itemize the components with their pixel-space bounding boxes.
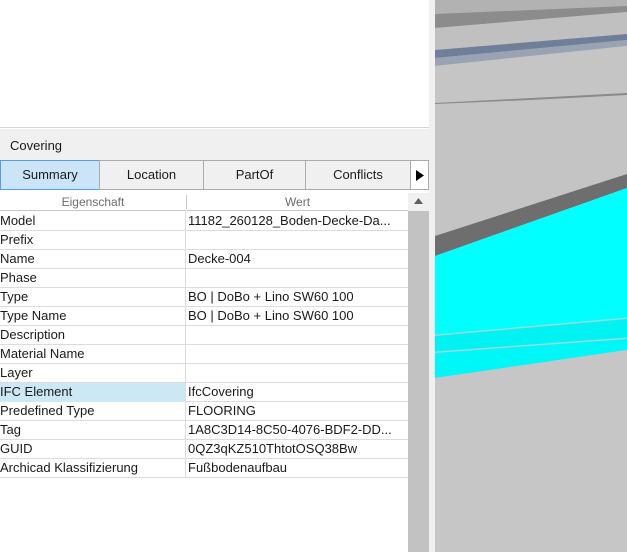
property-value: 11182_260128_Boden-Decke-Da... <box>188 213 391 228</box>
property-value <box>188 364 406 383</box>
property-row[interactable]: Model 11182_260128_Boden-Decke-Da... <box>0 212 408 231</box>
scrollbar-thumb[interactable] <box>408 211 429 552</box>
property-value <box>188 269 406 288</box>
property-name: Type Name <box>0 307 186 326</box>
property-name: Prefix <box>0 231 186 250</box>
panel-empty-area <box>0 0 429 128</box>
arrow-up-icon <box>414 198 423 204</box>
property-row[interactable]: Predefined Type FLOORING <box>0 402 408 421</box>
property-value: IfcCovering <box>188 384 254 399</box>
column-header-value[interactable]: Wert <box>187 193 408 211</box>
property-value: BO | DoBo + Lino SW60 100 <box>188 289 354 304</box>
property-name: Tag <box>0 421 186 440</box>
property-row[interactable]: Tag 1A8C3D14-8C50-4076-BDF2-DD... <box>0 421 408 440</box>
property-name: IFC Element <box>0 383 186 402</box>
property-row[interactable]: GUID 0QZ3qKZ510ThtotOSQ38Bw <box>0 440 408 459</box>
property-value: FLOORING <box>188 403 256 418</box>
property-value: 0QZ3qKZ510ThtotOSQ38Bw <box>188 441 358 456</box>
property-row[interactable]: Description <box>0 326 408 345</box>
tab-conflicts[interactable]: Conflicts <box>305 160 411 190</box>
tab-scroll-right-button[interactable] <box>410 160 429 190</box>
chevron-right-icon <box>416 170 424 181</box>
tab-bar: Summary Location PartOf Conflicts <box>0 160 429 190</box>
property-value: 1A8C3D14-8C50-4076-BDF2-DD... <box>188 422 392 437</box>
property-name: Phase <box>0 269 186 288</box>
property-row[interactable]: Type BO | DoBo + Lino SW60 100 <box>0 288 408 307</box>
property-value: Fußbodenaufbau <box>188 460 288 475</box>
column-header-property[interactable]: Eigenschaft <box>0 193 186 211</box>
property-row[interactable]: Name Decke-004 <box>0 250 408 269</box>
property-value <box>188 326 406 345</box>
property-name: Material Name <box>0 345 186 364</box>
viewport-scene <box>435 0 627 552</box>
property-value <box>188 231 406 250</box>
property-row[interactable]: Layer <box>0 364 408 383</box>
property-name: Layer <box>0 364 186 383</box>
3d-viewport[interactable] <box>435 0 627 552</box>
property-row[interactable]: Prefix <box>0 231 408 250</box>
property-name: Model <box>0 212 186 231</box>
tab-partof[interactable]: PartOf <box>203 160 306 190</box>
vertical-scrollbar[interactable] <box>408 193 429 552</box>
property-value <box>188 345 406 364</box>
property-value: BO | DoBo + Lino SW60 100 <box>188 308 354 323</box>
property-value: Decke-004 <box>188 251 251 266</box>
property-name: Name <box>0 250 186 269</box>
tab-location[interactable]: Location <box>99 160 204 190</box>
properties-panel: Covering Summary Location PartOf Conflic… <box>0 0 429 552</box>
property-row[interactable]: Material Name <box>0 345 408 364</box>
scroll-up-button[interactable] <box>408 193 429 210</box>
property-row[interactable]: Archicad Klassifizierung Fußbodenaufbau <box>0 459 408 478</box>
property-row[interactable]: Type Name BO | DoBo + Lino SW60 100 <box>0 307 408 326</box>
panel-header: Covering <box>0 129 429 160</box>
tab-summary[interactable]: Summary <box>0 160 100 190</box>
property-name: GUID <box>0 440 186 459</box>
property-row[interactable]: IFC Element IfcCovering <box>0 383 408 402</box>
panel-title: Covering <box>10 138 63 153</box>
property-row[interactable]: Phase <box>0 269 408 288</box>
property-name: Type <box>0 288 186 307</box>
property-name: Predefined Type <box>0 402 186 421</box>
property-name: Archicad Klassifizierung <box>0 459 186 478</box>
property-name: Description <box>0 326 186 345</box>
